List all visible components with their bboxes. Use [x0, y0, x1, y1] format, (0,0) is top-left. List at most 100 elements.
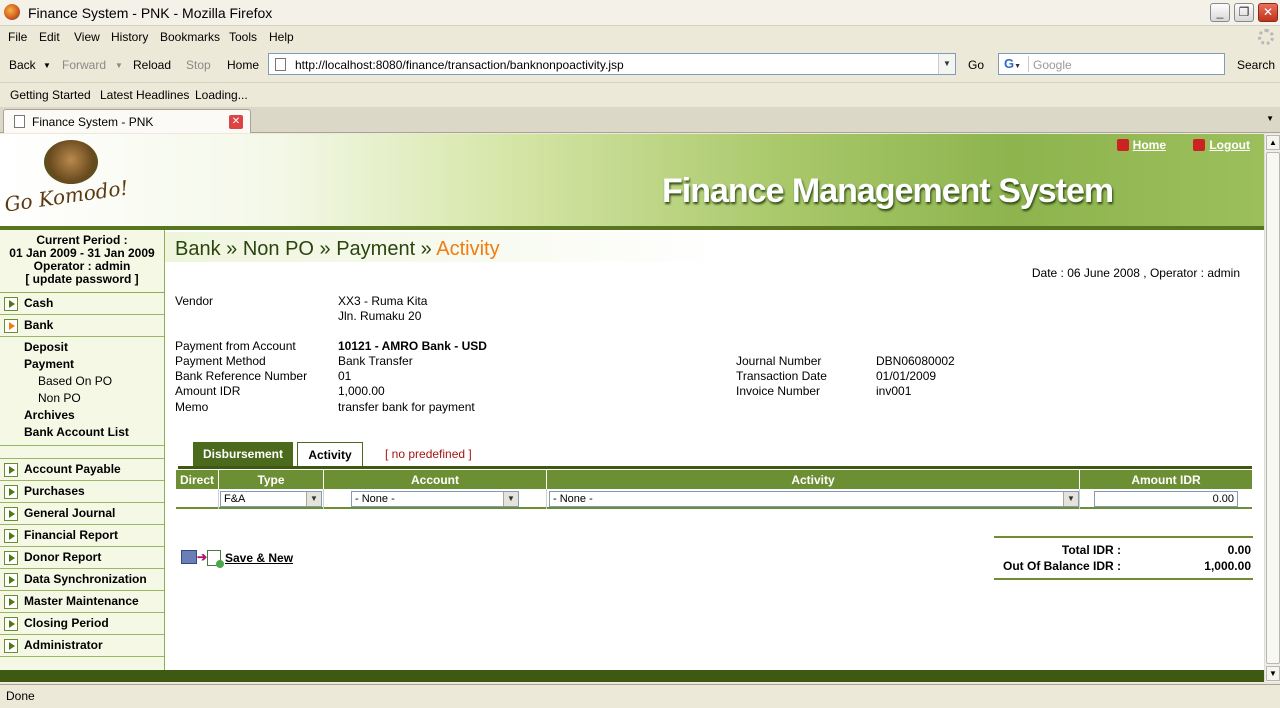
sidebar-item-archives[interactable]: Archives — [0, 407, 164, 424]
app-header: Go Komodo! Home Logout Finance Managemen… — [0, 134, 1264, 230]
close-window-button[interactable]: ✕ — [1258, 3, 1278, 22]
tab-title: Finance System - PNK — [32, 115, 154, 129]
type-select[interactable]: F&A ▼ — [220, 491, 322, 507]
breadcrumb-current: Activity — [436, 238, 500, 260]
url-dropdown-icon[interactable]: ▼ — [938, 54, 955, 74]
sidebar-item-cash[interactable]: Cash — [0, 293, 164, 315]
expand-arrow-icon — [4, 485, 18, 499]
journal-number-value: DBN06080002 — [876, 354, 955, 368]
bank-reference-label: Bank Reference Number — [175, 369, 308, 383]
scroll-up-icon[interactable]: ▲ — [1266, 135, 1280, 150]
update-password-link[interactable]: [ update password ] — [0, 273, 164, 286]
sidebar-item-master-maintenance[interactable]: Master Maintenance — [0, 591, 164, 613]
expand-arrow-icon — [4, 319, 18, 333]
bookmark-loading[interactable]: Loading... — [195, 88, 248, 102]
tab-list-icon[interactable]: ▼ — [1266, 114, 1274, 123]
minimize-button[interactable]: _ — [1210, 3, 1230, 22]
sidebar-item-donor-report[interactable]: Donor Report — [0, 547, 164, 569]
google-engine-icon[interactable]: G▼ — [1001, 56, 1029, 72]
no-predefined-link[interactable]: [ no predefined ] — [385, 442, 505, 466]
bank-reference-value: 01 — [338, 369, 352, 383]
amount-idr-input[interactable]: 0.00 — [1094, 491, 1238, 507]
sidebar-item-account-payable[interactable]: Account Payable — [0, 459, 164, 481]
reload-button[interactable]: Reload — [133, 58, 171, 72]
account-select[interactable]: - None - ▼ — [351, 491, 519, 507]
memo-value: transfer bank for payment — [338, 400, 475, 414]
browser-tab[interactable]: Finance System - PNK ✕ — [3, 109, 251, 133]
maximize-button[interactable]: ❐ — [1234, 3, 1254, 22]
save-icon — [181, 550, 197, 564]
sidebar-item-non-po[interactable]: Non PO — [0, 390, 164, 407]
tab-activity[interactable]: Activity — [297, 442, 363, 466]
vendor-label: Vendor — [175, 294, 214, 308]
tab-disbursement[interactable]: Disbursement — [193, 442, 293, 466]
col-activity: Activity — [791, 473, 835, 487]
forward-dropdown-icon[interactable]: ▼ — [115, 61, 123, 70]
tab-page-icon — [14, 115, 25, 128]
sidebar-item-payment[interactable]: Payment — [0, 356, 164, 373]
menu-file[interactable]: File — [8, 30, 27, 44]
menu-edit[interactable]: Edit — [39, 30, 60, 44]
vendor-name: XX3 - Ruma Kita — [338, 294, 428, 308]
payment-method-value: Bank Transfer — [338, 354, 413, 368]
out-of-balance-value: 1,000.00 — [1204, 559, 1251, 573]
sidebar-item-administrator[interactable]: Administrator — [0, 635, 164, 657]
sidebar-item-based-on-po[interactable]: Based On PO — [0, 373, 164, 390]
expand-arrow-icon — [4, 639, 18, 653]
invoice-number-label: Invoice Number — [736, 384, 821, 398]
menu-view[interactable]: View — [74, 30, 100, 44]
sidebar-item-data-synchronization[interactable]: Data Synchronization — [0, 569, 164, 591]
new-document-icon — [207, 550, 224, 568]
page-icon — [275, 58, 286, 71]
url-bar[interactable]: http://localhost:8080/finance/transactio… — [268, 53, 956, 75]
bank-submenu: Deposit Payment Based On PO Non PO Archi… — [0, 337, 164, 446]
page-footer — [0, 670, 1264, 682]
sidebar-item-bank[interactable]: Bank — [0, 315, 164, 337]
go-button[interactable]: Go — [968, 58, 984, 72]
throbber-icon — [1258, 29, 1274, 45]
vertical-scrollbar[interactable]: ▲ ▼ — [1264, 134, 1280, 682]
window-titlebar: Finance System - PNK - Mozilla Firefox _… — [0, 0, 1280, 26]
menu-help[interactable]: Help — [269, 30, 294, 44]
search-button[interactable]: Search — [1237, 58, 1275, 72]
sidebar-item-bank-account-list[interactable]: Bank Account List — [0, 424, 164, 441]
payment-method-label: Payment Method — [175, 354, 266, 368]
stop-button[interactable]: Stop — [186, 58, 211, 72]
amount-idr-label: Amount IDR — [175, 384, 241, 398]
sidebar-item-deposit[interactable]: Deposit — [0, 339, 164, 356]
tab-close-icon[interactable]: ✕ — [229, 115, 243, 129]
total-idr-label: Total IDR : — [1061, 543, 1121, 557]
sidebar-item-closing-period[interactable]: Closing Period — [0, 613, 164, 635]
url-text: http://localhost:8080/finance/transactio… — [295, 58, 624, 72]
table-row: F&A ▼ - None - ▼ - None - ▼ 0.00 — [176, 489, 1252, 509]
home-link[interactable]: Home — [1116, 138, 1166, 152]
bookmark-latest-headlines[interactable]: Latest Headlines — [100, 88, 189, 102]
back-dropdown-icon[interactable]: ▼ — [43, 61, 51, 70]
header-links: Home Logout — [1093, 138, 1250, 152]
page-viewport: Go Komodo! Home Logout Finance Managemen… — [0, 134, 1264, 682]
expand-arrow-icon — [4, 507, 18, 521]
memo-label: Memo — [175, 400, 209, 414]
menu-bookmarks[interactable]: Bookmarks — [160, 30, 220, 44]
scroll-thumb[interactable] — [1266, 152, 1280, 664]
home-button[interactable]: Home — [227, 58, 259, 72]
home-icon — [1116, 139, 1129, 151]
activity-select[interactable]: - None - ▼ — [549, 491, 1079, 507]
expand-arrow-icon — [4, 463, 18, 477]
bookmark-getting-started[interactable]: Getting Started — [10, 88, 91, 102]
menu-history[interactable]: History — [111, 30, 148, 44]
back-button[interactable]: Back — [9, 58, 36, 72]
scroll-down-icon[interactable]: ▼ — [1266, 666, 1280, 681]
menu-tools[interactable]: Tools — [229, 30, 257, 44]
journal-number-label: Journal Number — [736, 354, 822, 368]
amount-idr-value: 1,000.00 — [338, 384, 385, 398]
sidebar-item-financial-report[interactable]: Financial Report — [0, 525, 164, 547]
logout-link[interactable]: Logout — [1193, 138, 1250, 152]
firefox-icon — [4, 4, 20, 20]
sidebar-item-purchases[interactable]: Purchases — [0, 481, 164, 503]
search-placeholder: Google — [1033, 58, 1072, 72]
app-title: Finance Management System — [662, 172, 1114, 210]
search-box[interactable]: G▼ Google — [998, 53, 1225, 75]
sidebar-item-general-journal[interactable]: General Journal — [0, 503, 164, 525]
forward-button[interactable]: Forward — [62, 58, 106, 72]
